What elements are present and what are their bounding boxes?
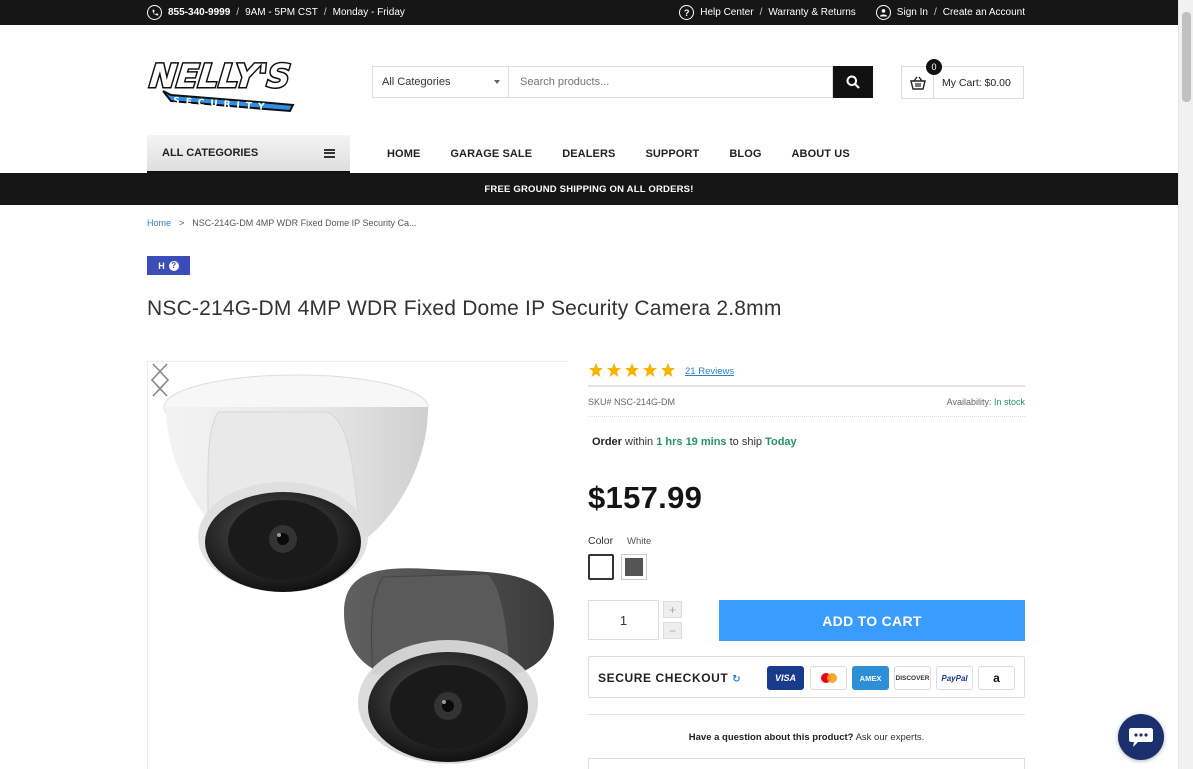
business-days: Monday - Friday (332, 7, 405, 18)
page: 855-340-9999 / 9AM - 5PM CST / Monday - … (0, 0, 1193, 769)
site-logo[interactable]: NELLY'S SECURITY (146, 47, 299, 115)
within-word: within (625, 436, 654, 448)
star-icon (589, 363, 603, 377)
color-label: Color (588, 535, 614, 547)
hamburger-icon (324, 148, 335, 158)
ask-experts-link[interactable]: Ask our experts. (856, 732, 925, 743)
nav-blog[interactable]: BLOG (714, 148, 776, 160)
chat-icon (1129, 728, 1153, 747)
availability-value: In stock (993, 397, 1025, 407)
add-to-cart-button[interactable]: ADD TO CART (719, 600, 1025, 641)
scrollbar-thumb[interactable] (1182, 12, 1191, 102)
shipping-countdown: Order within 1 hrs 19 mins to ship Today (592, 436, 797, 448)
star-icon (643, 363, 657, 377)
ship-day: Today (765, 436, 797, 448)
availability-label: Availability: (946, 397, 992, 407)
selected-color: White (627, 536, 652, 547)
paypal-icon: PayPal (936, 666, 973, 690)
ask-question: Have a question about this product? Ask … (588, 732, 1025, 743)
separator: / (323, 7, 327, 18)
refresh-icon: ↻ (732, 674, 742, 685)
nav-about-us[interactable]: ABOUT US (777, 148, 865, 160)
scrollbar[interactable] (1178, 0, 1193, 769)
help-center-link[interactable]: Help Center (700, 7, 753, 18)
product-sku: SKU# NSC-214G-DM (588, 397, 676, 407)
all-categories-label: ALL CATEGORIES (162, 147, 259, 159)
product-title: NSC-214G-DM 4MP WDR Fixed Dome IP Securi… (147, 297, 782, 320)
breadcrumb-home[interactable]: Home (147, 218, 171, 228)
help-icon: ? (679, 5, 695, 20)
search-button[interactable] (833, 66, 873, 98)
chevron-down-icon (494, 80, 500, 84)
search-input[interactable] (508, 66, 833, 98)
product-image (163, 374, 554, 764)
mastercard-icon (810, 666, 847, 690)
swatch-grey[interactable] (621, 554, 647, 580)
nav-home[interactable]: HOME (372, 148, 435, 160)
amazon-icon: a (978, 666, 1015, 690)
search-icon (846, 75, 860, 89)
time-left: 1 hrs 19 mins (656, 436, 727, 448)
amex-icon: AMEX (852, 666, 889, 690)
product-badge[interactable]: H ? (147, 256, 190, 275)
rating-stars (588, 362, 676, 378)
shipping-banner: FREE GROUND SHIPPING ON ALL ORDERS! (0, 173, 1178, 205)
badge-letter: H (158, 260, 165, 271)
cart-count-badge: 0 (926, 59, 942, 75)
business-hours: 9AM - 5PM CST (245, 7, 318, 18)
reviews-link[interactable]: 21 Reviews (685, 366, 734, 377)
breadcrumb-current: NSC-214G-DM 4MP WDR Fixed Dome IP Securi… (192, 218, 417, 228)
quantity-decrease-button[interactable]: − (663, 622, 682, 639)
quantity-increase-button[interactable]: + (663, 601, 682, 618)
user-icon (875, 5, 891, 20)
question-icon: ? (168, 260, 179, 271)
secure-checkout-text: SECURE CHECKOUT (598, 671, 729, 685)
category-select-value: All Categories (382, 76, 451, 88)
mini-cart[interactable]: 0 My Cart: $0.00 (901, 59, 1024, 99)
chevron-right-icon[interactable] (148, 362, 172, 398)
star-icon (607, 363, 621, 377)
availability: Availability: In stock (947, 397, 1025, 407)
warranty-link[interactable]: Warranty & Returns (768, 7, 855, 18)
divider (588, 714, 1025, 715)
swatch-white[interactable] (588, 554, 614, 580)
logo-wordmark: NELLY'S (148, 57, 292, 95)
separator: / (933, 7, 937, 18)
phone-icon (147, 5, 162, 20)
all-categories-menu[interactable]: ALL CATEGORIES (147, 135, 350, 173)
star-icon (625, 363, 639, 377)
cart-total-label: My Cart: $0.00 (942, 76, 1011, 89)
question-bold: Have a question about this product? (688, 732, 854, 743)
breadcrumb: Home > NSC-214G-DM 4MP WDR Fixed Dome IP… (147, 218, 417, 228)
phone-number[interactable]: 855-340-9999 (168, 7, 230, 18)
category-select[interactable]: All Categories (372, 66, 508, 98)
discover-icon: DISCOVER (894, 666, 931, 690)
product-price: $157.99 (588, 480, 703, 515)
chevron-right-icon: > (179, 218, 185, 228)
logo-subtitle: SECURITY (173, 96, 271, 113)
divider (588, 385, 1025, 387)
sign-in-link[interactable]: Sign In (897, 7, 928, 18)
separator: / (759, 7, 763, 18)
create-account-link[interactable]: Create an Account (943, 7, 1025, 18)
order-word: Order (592, 436, 622, 448)
nav-dealers[interactable]: DEALERS (547, 148, 630, 160)
main-nav: HOME GARAGE SALE DEALERS SUPPORT BLOG AB… (372, 135, 865, 173)
divider (588, 416, 1025, 417)
product-gallery[interactable] (147, 361, 567, 769)
secure-checkout-box: SECURE CHECKOUT ↻ VISA AMEX DISCOVER Pay… (588, 656, 1025, 698)
quantity-input[interactable] (588, 600, 659, 640)
chat-button[interactable] (1118, 714, 1164, 760)
top-bar: 855-340-9999 / 9AM - 5PM CST / Monday - … (0, 0, 1178, 25)
to-ship-word: to ship (729, 436, 763, 448)
product-tabs (588, 758, 1025, 769)
visa-icon: VISA (767, 666, 804, 690)
nav-support[interactable]: SUPPORT (630, 148, 714, 160)
nav-garage-sale[interactable]: GARAGE SALE (435, 148, 547, 160)
separator: / (236, 7, 240, 18)
star-icon (661, 363, 675, 377)
secure-checkout-label: SECURE CHECKOUT ↻ (598, 671, 741, 685)
